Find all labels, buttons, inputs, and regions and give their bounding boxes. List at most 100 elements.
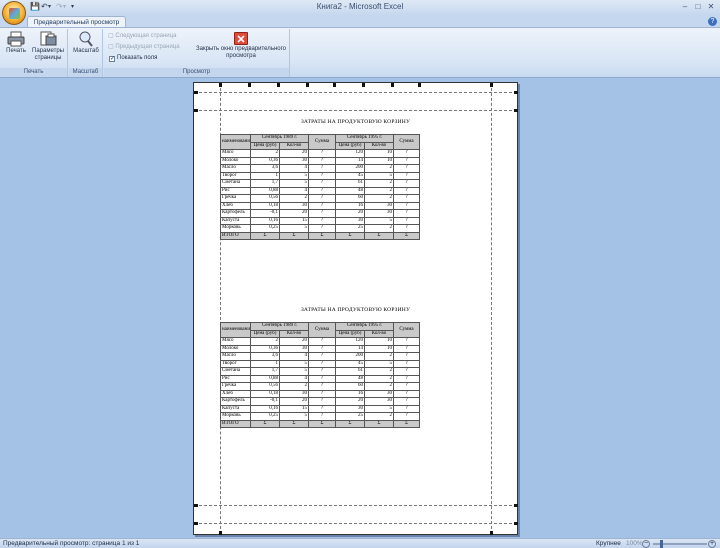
table-cell: 60 xyxy=(335,194,365,203)
table-cell: ? xyxy=(393,149,420,158)
column-handle[interactable] xyxy=(248,83,251,87)
column-handle[interactable] xyxy=(306,83,309,87)
margin-handle[interactable] xyxy=(219,83,222,87)
table-cell: 16 xyxy=(335,389,365,398)
table-cell: 25 xyxy=(335,224,365,233)
margin-handle[interactable] xyxy=(194,109,198,112)
save-icon[interactable]: 💾 xyxy=(30,2,40,12)
total-cell: Σ xyxy=(250,419,280,428)
next-page-button[interactable]: ▢ Следующая страница xyxy=(108,32,176,41)
top-margin-line[interactable] xyxy=(194,110,517,111)
table-cell: 2 xyxy=(364,164,394,173)
table-cell: ? xyxy=(393,224,420,233)
column-handle[interactable] xyxy=(391,83,394,87)
column-handle[interactable] xyxy=(277,83,280,87)
table-row: Творог 1 5? 45 5? xyxy=(220,171,420,180)
redo-icon[interactable]: ↷ xyxy=(56,2,63,12)
zoom-in-icon[interactable]: + xyxy=(708,540,716,548)
print-label: Печать xyxy=(6,48,26,54)
table-cell: 5 xyxy=(364,216,394,225)
column-handle[interactable] xyxy=(333,83,336,87)
zoom-slider-thumb[interactable] xyxy=(660,540,663,548)
table-cell: 20 xyxy=(279,397,309,406)
table-cell: ? xyxy=(308,397,336,406)
group-preview-label: Просмотр xyxy=(104,68,289,77)
customize-qat-icon[interactable]: ▾ xyxy=(71,3,74,13)
table-cell: ? xyxy=(393,164,420,173)
table-cell: ? xyxy=(308,194,336,203)
margin-handle[interactable] xyxy=(194,91,198,94)
table-cell: 2 xyxy=(364,382,394,391)
margin-handle[interactable] xyxy=(194,522,198,525)
office-button[interactable] xyxy=(2,1,26,25)
table-cell: 1,7 xyxy=(250,367,280,376)
total-cell: Σ xyxy=(250,231,280,240)
table-cell: ? xyxy=(308,337,336,346)
print-button[interactable]: Печать xyxy=(2,31,30,55)
zoom-label: Масштаб xyxy=(73,48,99,54)
table-cell: 14 xyxy=(335,344,365,353)
help-icon[interactable]: ? xyxy=(708,17,717,26)
total-cell: Σ xyxy=(393,419,420,428)
show-margins-checkbox[interactable]: ✓ Показать поля xyxy=(109,54,157,63)
table-row: Сметана 1,7 5? 61 2? xyxy=(220,367,420,376)
table-cell: Морковь xyxy=(220,224,251,233)
margin-handle[interactable] xyxy=(194,504,198,507)
maximize-icon[interactable]: □ xyxy=(693,2,703,12)
table-cell: 0,88 xyxy=(250,374,280,383)
table-cell: 61 xyxy=(335,179,365,188)
total-cell: Σ xyxy=(393,231,420,240)
column-handle[interactable] xyxy=(362,83,365,87)
column-handle[interactable] xyxy=(418,83,421,87)
header-price1: Цена (руб) xyxy=(250,141,280,150)
margin-handle[interactable] xyxy=(490,531,493,535)
zoom-button[interactable]: Масштаб xyxy=(71,31,101,55)
undo-dropdown-icon[interactable]: ▾ xyxy=(48,3,51,13)
table-cell: ? xyxy=(393,209,420,218)
footer-margin-line[interactable] xyxy=(194,523,517,524)
margin-handle[interactable] xyxy=(514,91,518,94)
redo-dropdown-icon[interactable]: ▾ xyxy=(63,3,66,13)
margin-handle[interactable] xyxy=(514,504,518,507)
margin-handle[interactable] xyxy=(490,83,493,87)
table-cell: ? xyxy=(393,186,420,195)
table-row: Картофель -0,1 20? 20 30? xyxy=(220,397,420,406)
zoom-in-label[interactable]: Крупнее xyxy=(596,539,621,548)
prev-page-button[interactable]: ▢ Предыдущая страница xyxy=(108,43,180,52)
margin-handle[interactable] xyxy=(219,531,222,535)
table-cell: 5 xyxy=(279,224,309,233)
table-cell: 25 xyxy=(335,412,365,421)
table-cell: 200 xyxy=(335,164,365,173)
table-cell: 4 xyxy=(279,352,309,361)
table-cell: Рис xyxy=(220,374,251,383)
table-cell: 1,7 xyxy=(250,179,280,188)
close-preview-button[interactable]: Закрыть окно предварительного просмотра xyxy=(192,32,290,60)
table-cell: 0,25 xyxy=(250,224,280,233)
table-cell: 2 xyxy=(279,382,309,391)
table-row: Капуста 0,16 15? 30 5? xyxy=(220,404,420,413)
table-cell: Молоко xyxy=(220,344,251,353)
table-cell: 30 xyxy=(364,201,394,210)
total-cell: Σ xyxy=(335,231,365,240)
table-cell: 0,16 xyxy=(250,216,280,225)
table-cell: ? xyxy=(393,201,420,210)
table-cell: 30 xyxy=(364,209,394,218)
zoom-out-icon[interactable]: − xyxy=(642,540,650,548)
table-cell: 5 xyxy=(364,404,394,413)
header-period1: Сентябрь 1989 г. xyxy=(250,322,309,331)
margin-handle[interactable] xyxy=(514,109,518,112)
table-cell: 2 xyxy=(364,179,394,188)
minimize-icon[interactable]: – xyxy=(680,2,690,12)
table-cell: Хлеб xyxy=(220,389,251,398)
undo-icon[interactable]: ↶ xyxy=(41,2,48,12)
close-window-icon[interactable]: ✕ xyxy=(706,2,716,12)
header-margin-line[interactable] xyxy=(194,92,517,93)
page-setup-button[interactable]: Параметры страницы xyxy=(30,31,66,62)
table-cell: 20 xyxy=(335,209,365,218)
margin-handle[interactable] xyxy=(514,522,518,525)
total-cell: Σ xyxy=(364,419,394,428)
bottom-margin-line[interactable] xyxy=(194,505,517,506)
table-cell: -0,1 xyxy=(250,397,280,406)
table-cell: 45 xyxy=(335,359,365,368)
table-cell: ? xyxy=(308,216,336,225)
